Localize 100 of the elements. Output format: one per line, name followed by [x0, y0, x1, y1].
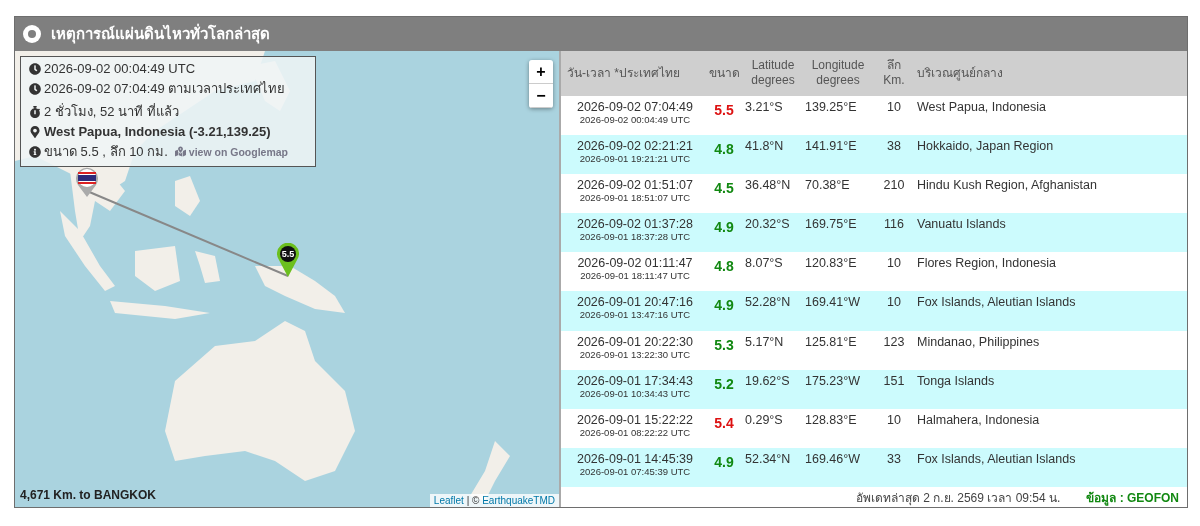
region: Halmahera, Indonesia [917, 412, 1041, 427]
column-header: บริเวณศูนย์กลาง [917, 65, 1004, 82]
utc-time: 2026-09-01 08:22:22 UTC [579, 426, 691, 438]
longitude: 175.23°W [805, 373, 862, 388]
zoom-out-button[interactable]: − [529, 84, 553, 108]
longitude: 169.41°W [805, 295, 862, 310]
column-header: ลึก Km. [882, 57, 906, 89]
depth: 33 [886, 451, 902, 466]
region: Hindu Kush Region, Afghanistan [917, 177, 1098, 192]
column-header: Longitude degrees [810, 57, 866, 89]
clock-icon [29, 62, 41, 75]
utc-time: 2026-09-01 07:45:39 UTC [579, 465, 691, 477]
depth: 151 [882, 373, 906, 388]
utc-time: 2026-09-02 00:04:49 UTC [579, 113, 691, 125]
region: Mindanao, Philippines [917, 334, 1041, 349]
update-time: อัพเดทล่าสุด 2 ก.ย. 2569 เวลา 09:54 น. [855, 489, 1061, 507]
latitude: 20.32°S [745, 217, 791, 232]
magnitude-depth: ขนาด 5.5 , ลึก 10 กม. [44, 143, 168, 161]
latitude: 0.29°S [745, 412, 784, 427]
utc-time: 2026-09-01 13:22:30 UTC [579, 348, 691, 360]
longitude: 141.91°E [805, 138, 858, 153]
map-pin-icon [29, 125, 41, 138]
latitude: 3.21°S [745, 99, 784, 114]
magnitude: 5.5 [713, 100, 735, 118]
latitude: 36.48°N [745, 177, 792, 192]
attribution-link[interactable]: EarthquakeTMD [482, 495, 555, 506]
clock-icon [29, 82, 41, 95]
longitude: 169.75°E [805, 217, 858, 232]
depth: 210 [882, 177, 906, 192]
longitude: 125.81°E [805, 334, 858, 349]
local-time: 2026-09-02 01:11:47 [577, 256, 693, 271]
longitude: 128.83°E [805, 412, 858, 427]
local-time: 2026-09-02 01:51:07 [576, 177, 694, 192]
data-source: ข้อมูล : GEOFON [1086, 489, 1179, 507]
magnitude: 4.8 [713, 257, 735, 275]
target-icon [23, 25, 41, 43]
local-time: 2026-09-02 01:37:28 [576, 217, 694, 232]
region: Flores Region, Indonesia [917, 256, 1057, 271]
longitude: 169.46°W [805, 451, 862, 466]
magnitude: 4.9 [713, 218, 735, 236]
longitude: 120.83°E [805, 256, 858, 271]
panel-title: เหตุการณ์แผ่นดินไหวทั่วโลกล่าสุด [51, 22, 270, 46]
local-time: 2026-09-01 20:22:30 [576, 334, 694, 349]
info-icon [29, 145, 41, 158]
local-time: 2026-09-01 14:45:39 [576, 451, 694, 466]
magnitude: 5.4 [713, 413, 735, 431]
local-time: 2026-09-02 07:04:49 [576, 99, 694, 114]
magnitude: 5.2 [713, 374, 735, 392]
stopwatch-icon [29, 105, 41, 118]
utc-time: 2026-09-01 18:37:28 UTC [579, 231, 691, 243]
region: West Papua, Indonesia [917, 99, 1048, 114]
distance-text: 4,671 Km. to BANGKOK [20, 488, 157, 502]
region: Vanuatu Islands [917, 217, 1007, 232]
latitude: 5.17°N [745, 334, 785, 349]
map-icon [174, 146, 186, 157]
zoom-in-button[interactable]: + [529, 60, 553, 84]
longitude: 70.38°E [805, 177, 851, 192]
utc-time: 2026-09-02 00:04:49 UTC [44, 61, 196, 76]
depth: 123 [882, 334, 906, 349]
region: Fox Islands, Aleutian Islands [917, 295, 1077, 310]
elapsed-time: 2 ชั่วโมง, 52 นาที ที่แล้ว [44, 102, 179, 121]
magnitude: 5.3 [713, 335, 735, 353]
latitude: 52.28°N [745, 295, 792, 310]
googlemap-link[interactable]: view on Googlemap [174, 145, 288, 158]
column-header: วัน-เวลา *ประเทศไทย [567, 65, 681, 82]
utc-time: 2026-09-01 13:47:16 UTC [579, 309, 691, 321]
depth: 10 [886, 256, 902, 271]
latitude: 41.8°N [745, 138, 785, 153]
latitude: 19.62°S [745, 373, 791, 388]
longitude: 139.25°E [805, 99, 858, 114]
column-header: ขนาด [707, 65, 741, 82]
latitude: 52.34°N [745, 451, 792, 466]
flag-marker-icon [75, 167, 99, 197]
depth: 10 [886, 99, 902, 114]
region: Hokkaido, Japan Region [917, 138, 1055, 153]
thai-time: 2026-09-02 07:04:49 ตามเวลาประเทศไทย [44, 80, 286, 98]
latitude: 8.07°S [745, 256, 784, 271]
magnitude: 4.9 [713, 296, 735, 314]
column-header: Latitude degrees [750, 57, 796, 89]
depth: 10 [886, 412, 902, 427]
map-attribution: Leaflet | © EarthquakeTMD [429, 494, 559, 507]
leaflet-link[interactable]: Leaflet [433, 495, 464, 506]
depth: 116 [883, 217, 905, 232]
utc-time: 2026-09-01 18:11:47 UTC [580, 270, 690, 282]
local-time: 2026-09-01 17:34:43 [576, 373, 694, 388]
utc-time: 2026-09-01 19:21:21 UTC [579, 152, 691, 164]
local-time: 2026-09-02 02:21:21 [576, 138, 694, 153]
region: Fox Islands, Aleutian Islands [917, 451, 1077, 466]
location-text: West Papua, Indonesia (-3.21,139.25) [44, 124, 271, 139]
utc-time: 2026-09-01 18:51:07 UTC [579, 191, 691, 203]
region: Tonga Islands [917, 373, 996, 388]
utc-time: 2026-09-01 10:34:43 UTC [579, 387, 691, 399]
magnitude: 4.8 [713, 139, 735, 157]
magnitude: 4.9 [713, 452, 735, 470]
local-time: 2026-09-01 20:47:16 [576, 295, 694, 310]
magnitude: 4.5 [713, 178, 735, 196]
depth: 10 [886, 295, 902, 310]
depth: 38 [886, 138, 902, 153]
earthquake-marker[interactable]: 5.5 [277, 243, 299, 277]
local-time: 2026-09-01 15:22:22 [576, 412, 694, 427]
